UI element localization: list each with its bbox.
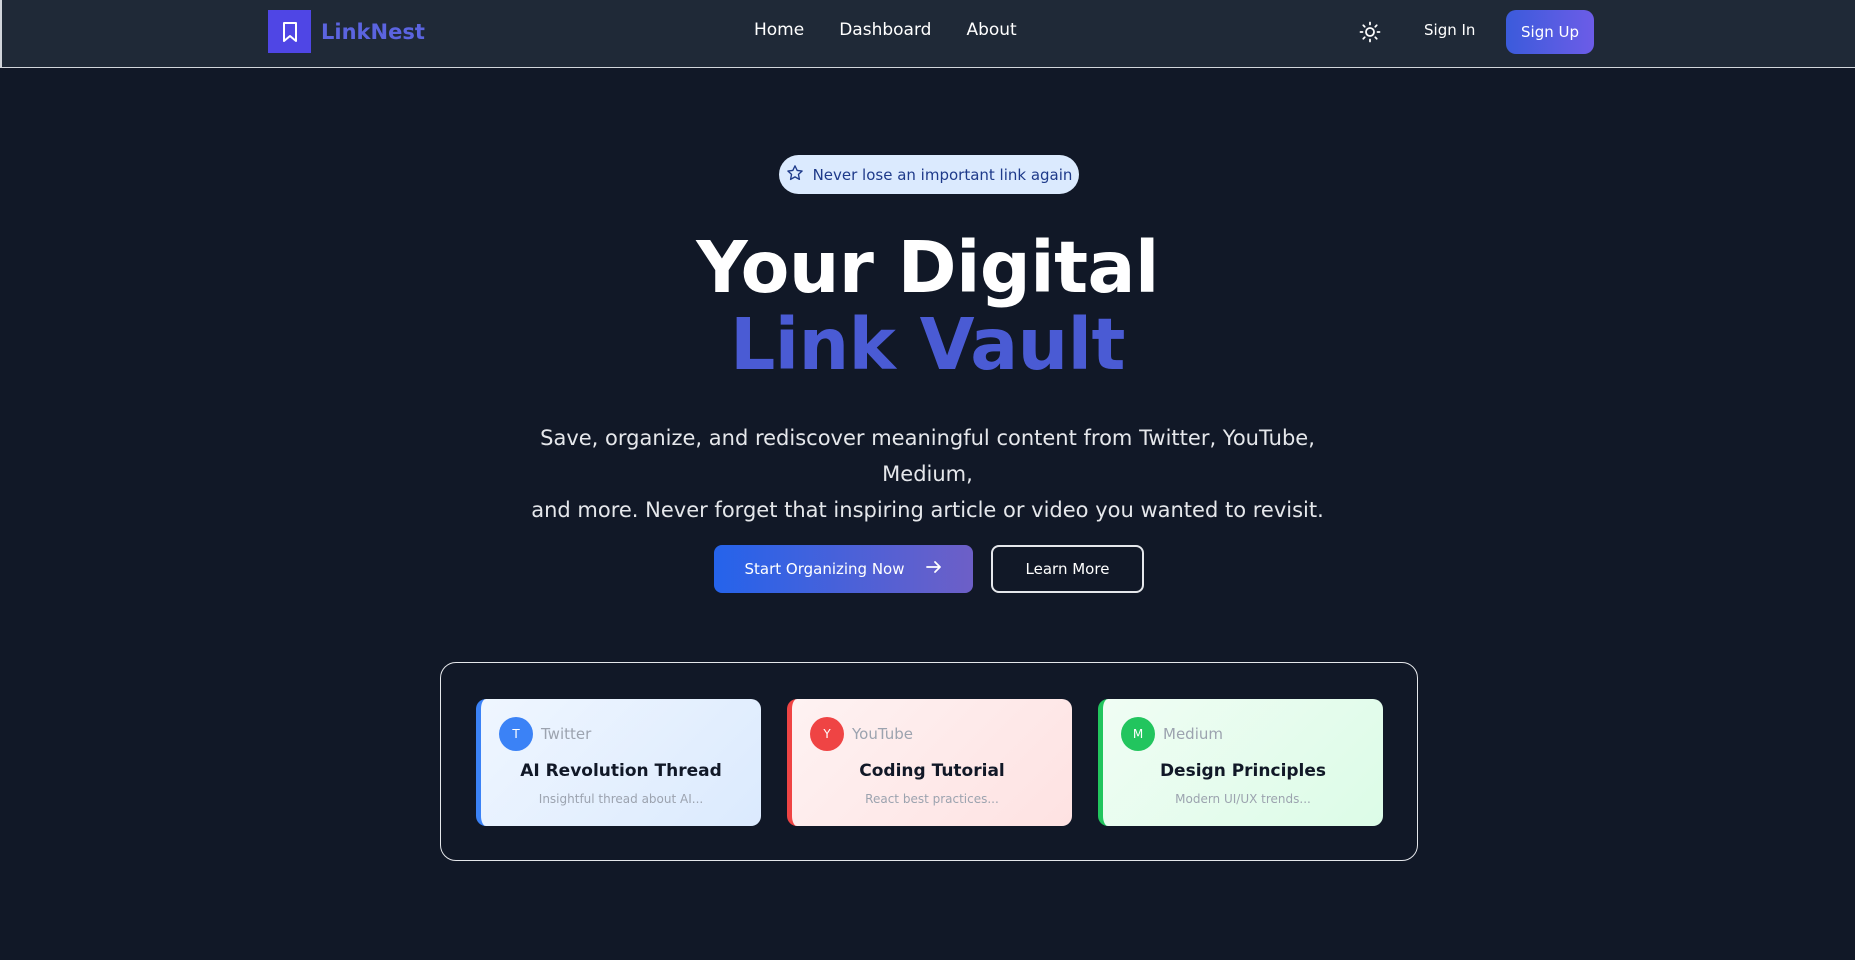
hero-badge: Never lose an important link again (779, 155, 1079, 194)
hero-subtext-line1: Save, organize, and rediscover meaningfu… (540, 426, 1315, 486)
card-header: Y YouTube (810, 717, 913, 751)
card-description: Modern UI/UX trends... (1175, 792, 1311, 806)
card-title: AI Revolution Thread (520, 761, 722, 781)
preview-card-youtube[interactable]: Y YouTube Coding Tutorial React best pra… (787, 699, 1072, 826)
nav-link-home[interactable]: Home (754, 20, 804, 40)
navbar: LinkNest Home Dashboard About Sign In Si… (0, 0, 1855, 68)
start-organizing-button[interactable]: Start Organizing Now (714, 545, 973, 593)
card-description: React best practices... (865, 792, 999, 806)
card-header: T Twitter (499, 717, 591, 751)
card-source: Twitter (541, 725, 592, 743)
avatar: M (1121, 717, 1155, 751)
avatar: T (499, 717, 533, 751)
badge-text: Never lose an important link again (812, 165, 1073, 184)
start-organizing-label: Start Organizing Now (744, 560, 905, 578)
hero-headline-line2: Link Vault (730, 303, 1125, 386)
brand-name: LinkNest (321, 19, 425, 44)
hero-subtext-line2: and more. Never forget that inspiring ar… (531, 498, 1324, 522)
sign-in-button[interactable]: Sign In (1424, 21, 1475, 39)
learn-more-button[interactable]: Learn More (991, 545, 1144, 593)
brand-logo[interactable]: LinkNest (268, 10, 425, 53)
card-title: Coding Tutorial (859, 761, 1005, 781)
nav-links: Home Dashboard About (754, 20, 1017, 40)
card-title: Design Principles (1159, 761, 1327, 781)
preview-panel: T Twitter AI Revolution Thread Insightfu… (440, 662, 1418, 861)
card-description: Insightful thread about AI... (538, 792, 704, 806)
card-header: M Medium (1121, 717, 1223, 751)
preview-card-medium[interactable]: M Medium Design Principles Modern UI/UX … (1098, 699, 1383, 826)
bookmark-icon (268, 10, 311, 53)
nav-link-about[interactable]: About (966, 20, 1016, 40)
avatar: Y (810, 717, 844, 751)
hero-subtext: Save, organize, and rediscover meaningfu… (500, 420, 1355, 528)
arrow-right-icon (925, 558, 943, 580)
star-icon (786, 164, 804, 186)
sun-icon[interactable] (1358, 20, 1382, 44)
sign-up-button[interactable]: Sign Up (1506, 10, 1594, 54)
preview-card-twitter[interactable]: T Twitter AI Revolution Thread Insightfu… (476, 699, 761, 826)
hero-headline-line1: Your Digital (696, 226, 1159, 309)
card-source: YouTube (852, 725, 913, 743)
nav-link-dashboard[interactable]: Dashboard (839, 20, 931, 40)
card-source: Medium (1163, 725, 1223, 743)
